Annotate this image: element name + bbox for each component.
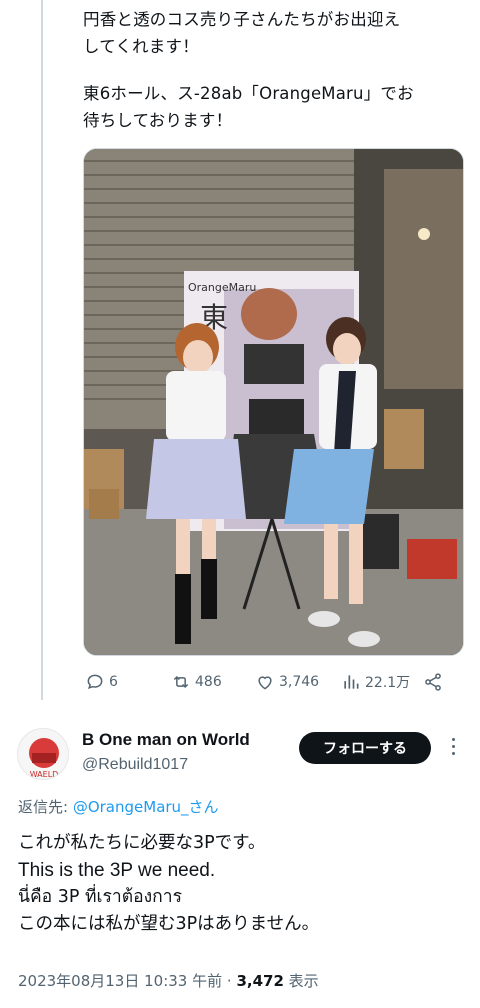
reply-count: 6	[109, 674, 118, 690]
reply-prefix: 返信先:	[18, 798, 73, 816]
user-handle[interactable]: @Rebuild1017	[82, 756, 188, 774]
reply-to-link[interactable]: @OrangeMaru_さん	[73, 798, 219, 816]
like-button[interactable]: 3,746	[255, 672, 319, 692]
tweet-text-line: してくれます！	[83, 37, 199, 56]
tweet-meta: 2023年08月13日 10:33 午前 · 3,472 表示	[18, 970, 319, 991]
tweet-text-line: この本には私が望む3Pはありません。	[18, 914, 320, 934]
more-options-icon[interactable]	[448, 738, 458, 758]
reply-icon	[87, 674, 103, 690]
tweet-text-line: 円香と透のコス売り子さんたちがお出迎え	[83, 10, 401, 29]
views-count: 22.1万	[365, 675, 411, 691]
tweet-text-line: 東6ホール、ス-28ab「OrangeMaru」でお	[83, 84, 414, 103]
follow-button[interactable]: フォローする	[299, 732, 431, 764]
avatar[interactable]: WAELD	[17, 728, 69, 780]
retweet-button[interactable]: 486	[171, 672, 222, 692]
heart-icon	[258, 676, 272, 690]
avatar-image: WAELD	[18, 729, 68, 779]
share-button[interactable]	[423, 672, 443, 692]
banner-brand-text: OrangeMaru	[188, 281, 256, 294]
tweet-text: これが私たちに必要な3Pです。 This is the 3P we need. …	[18, 830, 468, 938]
cosplay-photo-illustration: OrangeMaru 東	[84, 149, 463, 655]
tweet-photo[interactable]: OrangeMaru 東	[83, 148, 464, 656]
tweet-text-line: นี่คือ 3P ที่เราต้องการ	[18, 887, 182, 907]
views-button[interactable]: 22.1万	[341, 672, 410, 692]
thread-connector-line	[41, 0, 43, 700]
avatar-logo-text: WAELD	[30, 770, 59, 779]
tweet-text-line: This is the 3P we need.	[18, 860, 216, 881]
share-icon	[425, 673, 441, 691]
timestamp[interactable]: 2023年08月13日 10:33 午前	[18, 972, 222, 990]
views-label: 表示	[283, 972, 319, 990]
like-count: 3,746	[279, 674, 320, 690]
tweet-action-bar: 6 486 3,746 22.1万	[83, 670, 463, 698]
retweet-count: 486	[195, 674, 222, 690]
analytics-bar-icon	[344, 675, 359, 689]
views-count: 3,472	[236, 972, 284, 990]
tweet-text: 円香と透のコス売り子さんたちがお出迎え してくれます！ 東6ホール、ス-28ab「…	[83, 6, 463, 134]
tweet-text-line: これが私たちに必要な3Pです。	[18, 833, 266, 853]
tweet-text-line: 待ちしております！	[83, 111, 233, 130]
meta-separator: ·	[222, 972, 237, 990]
retweet-icon	[173, 675, 189, 689]
replying-to: 返信先: @OrangeMaru_さん	[18, 796, 219, 817]
display-name[interactable]: B One man on World	[82, 730, 250, 750]
quoted-parent-tweet[interactable]: 円香と透のコス売り子さんたちがお出迎え してくれます！ 東6ホール、ス-28ab「…	[83, 0, 463, 134]
reply-button[interactable]: 6	[85, 672, 118, 692]
